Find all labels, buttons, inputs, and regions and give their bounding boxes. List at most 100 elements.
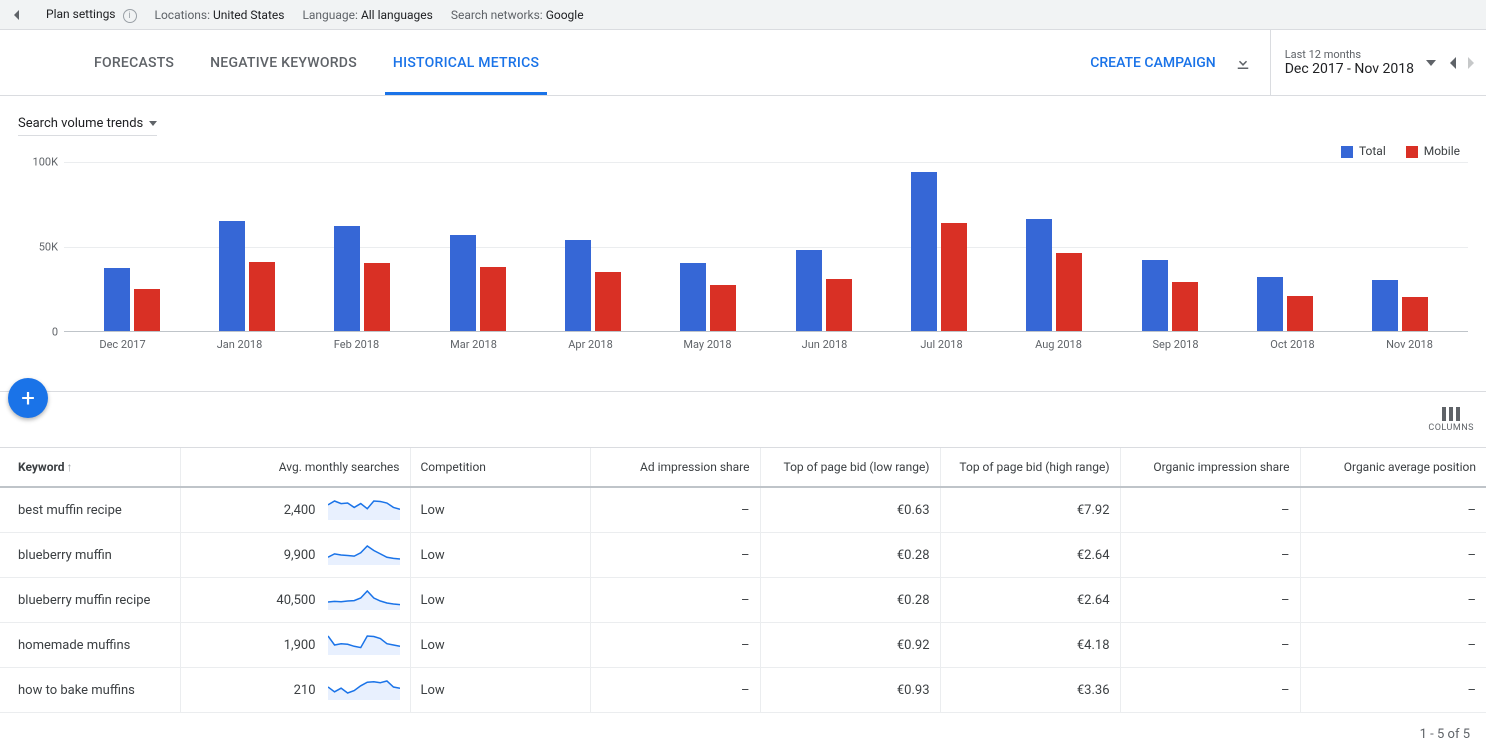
bar-total <box>565 240 591 331</box>
bar-total <box>1026 219 1052 331</box>
bar-total <box>334 226 360 331</box>
sparkline <box>328 590 400 610</box>
bar-group[interactable] <box>1343 162 1458 331</box>
tab-bar: FORECASTS NEGATIVE KEYWORDS HISTORICAL M… <box>0 30 1486 96</box>
bar-mobile <box>1172 282 1198 331</box>
chart-type-dropdown[interactable]: Search volume trends <box>18 116 157 136</box>
bar-group[interactable] <box>74 162 189 331</box>
col-organic-share[interactable]: Organic impression share <box>1120 448 1300 488</box>
cell-ad-share: – <box>590 533 760 578</box>
x-label: Dec 2017 <box>64 338 181 351</box>
sparkline <box>328 545 400 565</box>
col-bid-high[interactable]: Top of page bid (high range) <box>940 448 1120 488</box>
col-ad-share[interactable]: Ad impression share <box>590 448 760 488</box>
cell-competition: Low <box>410 623 590 668</box>
add-keyword-button[interactable]: + <box>8 378 48 418</box>
sort-asc-icon: ↑ <box>67 460 73 474</box>
bar-group[interactable] <box>997 162 1112 331</box>
cell-bid-high: €3.36 <box>940 668 1120 713</box>
table-row[interactable]: homemade muffins1,900Low–€0.92€4.18–– <box>0 623 1486 668</box>
date-prev-icon[interactable] <box>1448 57 1456 69</box>
plan-settings-bar: Plan settings i Locations: United States… <box>0 0 1486 30</box>
x-label: May 2018 <box>649 338 766 351</box>
caret-down-icon <box>149 121 157 126</box>
date-next-icon[interactable] <box>1468 57 1476 69</box>
plan-settings-label[interactable]: Plan settings i <box>46 7 137 23</box>
cell-ad-share: – <box>590 623 760 668</box>
x-label: Aug 2018 <box>1000 338 1117 351</box>
col-avg-searches[interactable]: Avg. monthly searches <box>180 448 410 488</box>
tab-forecasts[interactable]: FORECASTS <box>76 30 192 95</box>
table-toolbar: + COLUMNS <box>0 391 1486 447</box>
cell-avg-searches: 210 <box>180 668 410 713</box>
date-range-picker[interactable]: Last 12 months Dec 2017 - Nov 2018 <box>1270 30 1476 95</box>
cell-ad-share: – <box>590 578 760 623</box>
bar-mobile <box>364 263 390 331</box>
table-row[interactable]: how to bake muffins210Low–€0.93€3.36–– <box>0 668 1486 713</box>
info-icon[interactable]: i <box>123 9 137 23</box>
bar-mobile <box>249 262 275 331</box>
cell-avg-searches: 1,900 <box>180 623 410 668</box>
bar-mobile <box>710 285 736 331</box>
caret-down-icon[interactable] <box>1426 60 1436 66</box>
bar-group[interactable] <box>881 162 996 331</box>
col-competition[interactable]: Competition <box>410 448 590 488</box>
table-row[interactable]: blueberry muffin recipe40,500Low–€0.28€2… <box>0 578 1486 623</box>
chart-type-label: Search volume trends <box>18 116 143 131</box>
bar-total <box>680 263 706 331</box>
x-label: Sep 2018 <box>1117 338 1234 351</box>
bar-group[interactable] <box>189 162 304 331</box>
bar-mobile <box>480 267 506 331</box>
bar-group[interactable] <box>420 162 535 331</box>
bar-group[interactable] <box>305 162 420 331</box>
columns-icon <box>1442 407 1460 421</box>
cell-bid-low: €0.93 <box>760 668 940 713</box>
bar-mobile <box>595 272 621 331</box>
networks-setting[interactable]: Search networks: Google <box>451 8 584 22</box>
cell-competition: Low <box>410 533 590 578</box>
bar-total <box>796 250 822 331</box>
table-row[interactable]: blueberry muffin9,900Low–€0.28€2.64–– <box>0 533 1486 578</box>
bar-group[interactable] <box>1227 162 1342 331</box>
bar-mobile <box>1287 296 1313 331</box>
x-label: Jul 2018 <box>883 338 1000 351</box>
bar-total <box>1257 277 1283 331</box>
col-organic-pos[interactable]: Organic average position <box>1300 448 1486 488</box>
legend-mobile[interactable]: Mobile <box>1406 144 1460 158</box>
cell-keyword: how to bake muffins <box>0 668 180 713</box>
legend-total[interactable]: Total <box>1341 144 1386 158</box>
bar-group[interactable] <box>1112 162 1227 331</box>
table-row[interactable]: best muffin recipe2,400Low–€0.63€7.92–– <box>0 487 1486 533</box>
col-keyword[interactable]: Keyword↑ <box>0 448 180 488</box>
cell-bid-high: €7.92 <box>940 487 1120 533</box>
bar-group[interactable] <box>535 162 650 331</box>
download-icon[interactable] <box>1234 54 1252 72</box>
cell-keyword: homemade muffins <box>0 623 180 668</box>
bar-total <box>450 235 476 331</box>
chart-section: Search volume trends Total Mobile 100K 5… <box>0 96 1486 391</box>
cell-organic-pos: – <box>1300 623 1486 668</box>
cell-bid-high: €4.18 <box>940 623 1120 668</box>
locations-setting[interactable]: Locations: United States <box>155 8 285 22</box>
x-label: Feb 2018 <box>298 338 415 351</box>
date-range-small: Last 12 months <box>1285 48 1414 61</box>
cell-keyword: blueberry muffin recipe <box>0 578 180 623</box>
x-axis: Dec 2017Jan 2018Feb 2018Mar 2018Apr 2018… <box>18 338 1468 351</box>
language-setting[interactable]: Language: All languages <box>302 8 432 22</box>
bar-mobile <box>134 289 160 331</box>
cell-organic-pos: – <box>1300 533 1486 578</box>
cell-competition: Low <box>410 668 590 713</box>
cell-bid-high: €2.64 <box>940 578 1120 623</box>
columns-button[interactable]: COLUMNS <box>1428 407 1474 433</box>
sparkline <box>328 635 400 655</box>
x-label: Oct 2018 <box>1234 338 1351 351</box>
sparkline <box>328 500 400 520</box>
bar-group[interactable] <box>651 162 766 331</box>
back-button[interactable] <box>6 4 28 26</box>
create-campaign-button[interactable]: CREATE CAMPAIGN <box>1090 55 1215 71</box>
tab-negative-keywords[interactable]: NEGATIVE KEYWORDS <box>192 30 375 95</box>
cell-keyword: blueberry muffin <box>0 533 180 578</box>
col-bid-low[interactable]: Top of page bid (low range) <box>760 448 940 488</box>
bar-group[interactable] <box>766 162 881 331</box>
tab-historical-metrics[interactable]: HISTORICAL METRICS <box>375 30 557 95</box>
